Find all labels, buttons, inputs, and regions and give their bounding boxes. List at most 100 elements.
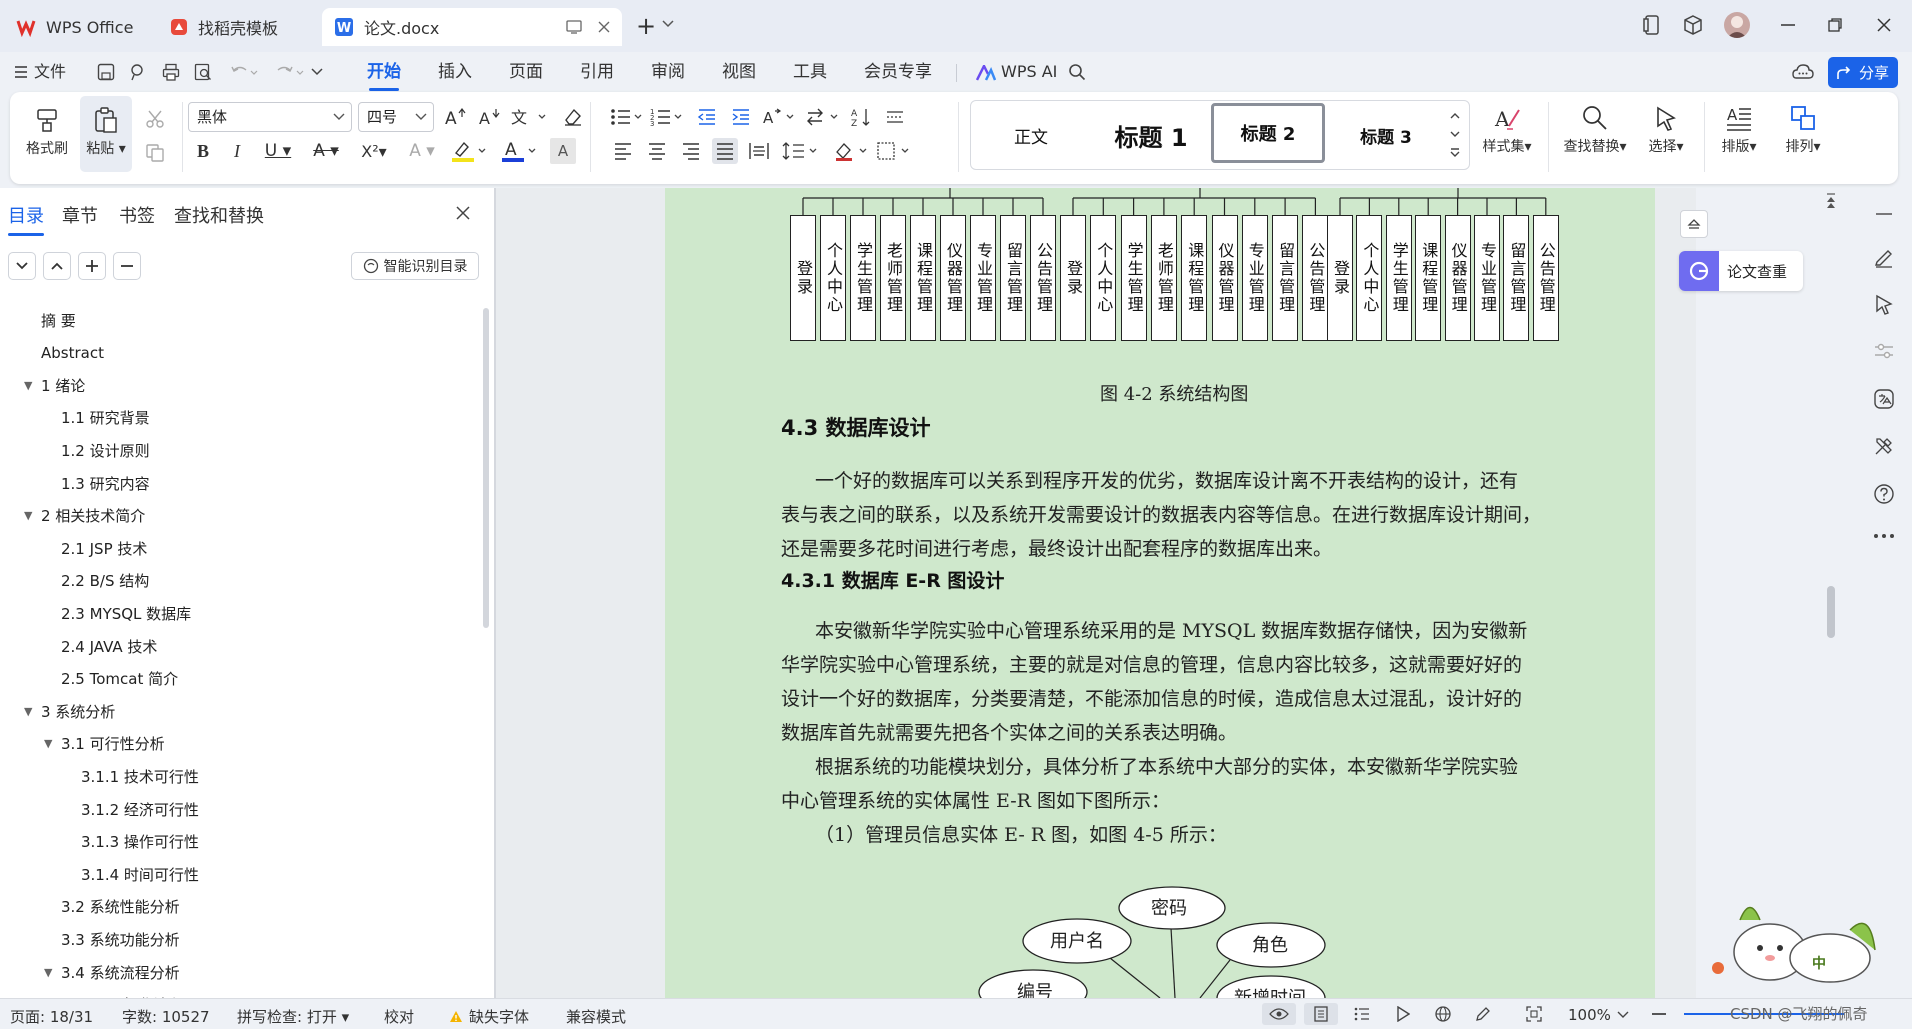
- print-preview-icon[interactable]: [194, 63, 212, 81]
- chevron-down-icon[interactable]: [1449, 129, 1461, 139]
- font-color-icon[interactable]: A: [500, 138, 540, 164]
- zoom-out-icon[interactable]: [1652, 1013, 1666, 1015]
- chevron-down-icon[interactable]: [311, 68, 323, 76]
- fit-page-icon[interactable]: [1526, 1006, 1542, 1022]
- expand-caret-icon[interactable]: ▼: [24, 509, 32, 522]
- sidebar-scrollbar[interactable]: [483, 308, 489, 628]
- cursor-icon[interactable]: [1873, 293, 1895, 315]
- tab-wps-office[interactable]: WPS Office: [4, 8, 146, 46]
- toc-item[interactable]: 3.3 系统功能分析: [61, 925, 180, 953]
- chevron-down-icon[interactable]: [662, 20, 674, 28]
- toc-item[interactable]: 摘 要: [41, 306, 76, 334]
- cut-icon[interactable]: [142, 106, 168, 132]
- show-marks-icon[interactable]: [882, 104, 908, 130]
- toc-item[interactable]: 1.2 设计原则: [61, 436, 150, 464]
- distribute-icon[interactable]: [746, 138, 772, 164]
- draw-pen-icon[interactable]: [1475, 1006, 1491, 1022]
- phonetic-guide-icon[interactable]: 文: [510, 104, 550, 130]
- superscript-icon[interactable]: X²▾: [354, 138, 394, 164]
- chevron-up-icon[interactable]: [1449, 111, 1461, 121]
- border-icon[interactable]: [876, 138, 916, 164]
- style-set-button[interactable]: A 样式集▾: [1476, 104, 1538, 156]
- pen-export-icon[interactable]: [128, 63, 146, 81]
- font-name-select[interactable]: 黑体: [188, 102, 352, 132]
- style-normal[interactable]: 正文: [981, 111, 1081, 159]
- layout-button[interactable]: A 排版▾: [1716, 104, 1762, 156]
- select-button[interactable]: 选择▾: [1640, 104, 1692, 156]
- menu-tab-page[interactable]: 页面: [509, 58, 543, 86]
- undo-icon[interactable]: [230, 64, 258, 80]
- share-button[interactable]: 分享: [1828, 57, 1898, 88]
- toc-item[interactable]: 3.2 系统性能分析: [61, 893, 180, 921]
- toc-item[interactable]: 1.3 研究内容: [61, 469, 150, 497]
- print-icon[interactable]: [162, 63, 180, 81]
- remove-heading-button[interactable]: [113, 252, 141, 280]
- nav-tab-toc[interactable]: 目录: [8, 202, 44, 236]
- clear-format-icon[interactable]: [560, 104, 586, 130]
- shading-fill-icon[interactable]: [834, 138, 874, 164]
- tab-document[interactable]: W 论文.docx: [322, 8, 622, 46]
- word-count[interactable]: 字数: 10527: [122, 1006, 210, 1027]
- add-heading-button[interactable]: [78, 252, 106, 280]
- toc-item[interactable]: 3.1.1 技术可行性: [81, 762, 199, 790]
- window-mode-icon[interactable]: [566, 20, 582, 34]
- proofread-button[interactable]: 校对: [384, 1006, 414, 1027]
- play-icon[interactable]: [1396, 1006, 1410, 1022]
- toc-item[interactable]: 3.1.2 经济可行性: [81, 795, 199, 823]
- paper-check-button[interactable]: 论文查重: [1679, 251, 1803, 291]
- expand-caret-icon[interactable]: ▼: [44, 737, 52, 750]
- toc-item[interactable]: 2.5 Tomcat 简介: [61, 665, 178, 693]
- highlight-icon[interactable]: [450, 138, 490, 164]
- numbered-list-icon[interactable]: 123: [650, 104, 686, 130]
- menu-tab-insert[interactable]: 插入: [438, 58, 472, 86]
- toc-item[interactable]: ▼ 3 系统分析: [24, 697, 115, 725]
- toc-item[interactable]: ▼ 3.1 可行性分析: [44, 730, 165, 758]
- help-icon[interactable]: [1873, 483, 1895, 505]
- expand-caret-icon[interactable]: ▼: [24, 705, 32, 718]
- more-icon[interactable]: [1873, 533, 1895, 539]
- menu-file[interactable]: 文件: [34, 58, 66, 86]
- toc-item[interactable]: ▼ 2 相关技术简介: [24, 502, 145, 530]
- restore-icon[interactable]: [1828, 18, 1842, 32]
- cube-icon[interactable]: [1683, 15, 1703, 35]
- toc-item[interactable]: 2.1 JSP 技术: [61, 534, 147, 562]
- close-window-icon[interactable]: [1877, 18, 1891, 32]
- font-size-select[interactable]: 四号: [358, 102, 434, 132]
- missing-font-warning[interactable]: 缺失字体: [449, 1006, 529, 1027]
- toc-item[interactable]: 2.3 MYSQL 数据库: [61, 599, 191, 627]
- grow-font-icon[interactable]: A: [442, 104, 468, 130]
- search-icon[interactable]: [1068, 63, 1086, 81]
- menu-tab-view[interactable]: 视图: [722, 58, 756, 86]
- decrease-indent-icon[interactable]: [694, 104, 720, 130]
- format-painter-button[interactable]: 格式刷: [24, 106, 70, 158]
- paste-button[interactable]: 粘贴 ▾: [80, 96, 132, 172]
- toc-item[interactable]: 1.1 研究背景: [61, 404, 150, 432]
- menu-tab-tools[interactable]: 工具: [793, 58, 827, 86]
- eye-protection-icon[interactable]: [1262, 1003, 1296, 1025]
- increase-indent-icon[interactable]: [728, 104, 754, 130]
- underline-icon[interactable]: U ▾: [258, 138, 298, 164]
- web-view-icon[interactable]: [1435, 1006, 1451, 1022]
- expand-button[interactable]: [43, 252, 71, 280]
- toc-item[interactable]: 2.2 B/S 结构: [61, 567, 149, 595]
- italic-icon[interactable]: I: [224, 138, 250, 164]
- scroll-up-icon[interactable]: [1826, 192, 1836, 210]
- align-right-icon[interactable]: [678, 138, 704, 164]
- minimize-icon[interactable]: [1781, 24, 1795, 26]
- toc-item[interactable]: 3.1.3 操作可行性: [81, 828, 199, 856]
- adjust-sliders-icon[interactable]: [1873, 340, 1895, 362]
- page-view-icon[interactable]: [1304, 1003, 1338, 1025]
- page-indicator[interactable]: 页面: 18/31: [10, 1006, 93, 1027]
- scroll-thumb[interactable]: [1827, 586, 1835, 638]
- bullet-list-icon[interactable]: [610, 104, 646, 130]
- save-icon[interactable]: [97, 63, 115, 81]
- find-replace-button[interactable]: 查找替换▾: [1558, 104, 1632, 156]
- bold-icon[interactable]: B: [190, 138, 216, 164]
- smart-toc-button[interactable]: 智能识别目录: [351, 252, 479, 280]
- char-shading-icon[interactable]: A: [550, 138, 576, 164]
- style-heading-3[interactable]: 标题 3: [1331, 111, 1441, 159]
- collapse-ribbon-button[interactable]: [1680, 210, 1708, 238]
- expand-caret-icon[interactable]: ▼: [44, 966, 52, 979]
- toc-item[interactable]: ▼ 1 绪论: [24, 371, 85, 399]
- arrange-button[interactable]: 排列▾: [1780, 104, 1826, 156]
